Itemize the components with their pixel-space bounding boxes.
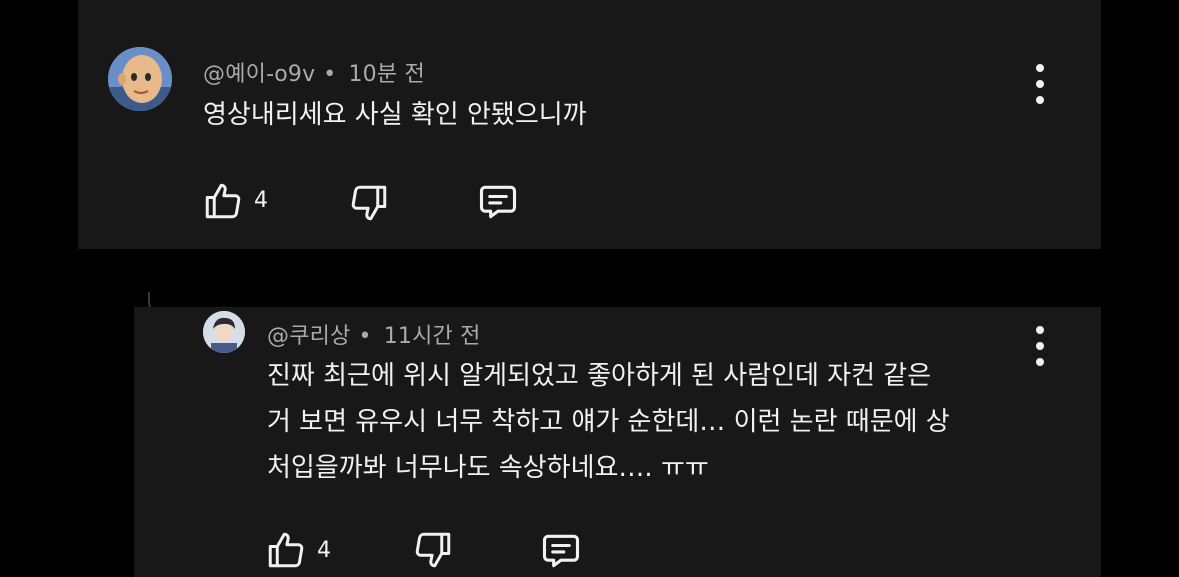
like-button[interactable] bbox=[265, 529, 307, 571]
meta-separator: • bbox=[323, 62, 337, 87]
thumbs-down-icon bbox=[351, 185, 387, 221]
avatar[interactable] bbox=[203, 311, 245, 353]
reply-button[interactable] bbox=[476, 180, 520, 224]
comment-text-line: 영상내리세요 사실 확인 안됐으니까 bbox=[203, 100, 587, 130]
comment-text-line: 거 보면 유우시 너무 착하고 얘가 순한데… 이런 논란 때문에 상 bbox=[267, 407, 950, 437]
comment-text: 영상내리세요 사실 확인 안됐으니까 bbox=[203, 92, 587, 138]
like-count: 4 bbox=[254, 188, 268, 213]
comment-text-line: 처입을까봐 너무나도 속상하네요…. ㅠㅠ bbox=[267, 453, 709, 483]
comment-time[interactable]: 10분 전 bbox=[348, 62, 424, 87]
more-vertical-icon[interactable] bbox=[1028, 64, 1052, 104]
comment-time[interactable]: 11시간 전 bbox=[384, 324, 481, 349]
like-button[interactable] bbox=[202, 180, 244, 222]
comment-card: @예이-o9v • 10분 전 영상내리세요 사실 확인 안됐으니까 4 bbox=[78, 0, 1101, 249]
comment-card: @쿠리상 • 11시간 전 진짜 최근에 위시 알게되었고 좋아하게 된 사람인데 … bbox=[134, 307, 1101, 577]
person-photo-avatar-icon bbox=[203, 311, 245, 353]
meta-separator: • bbox=[358, 324, 372, 349]
comment-text-line: 진짜 최근에 위시 알게되었고 좋아하게 된 사람인데 자컨 같은 bbox=[267, 361, 932, 391]
comment-author[interactable]: @쿠리상 bbox=[267, 324, 351, 349]
comment-meta: @쿠리상 • 11시간 전 bbox=[267, 318, 481, 350]
reply-button[interactable] bbox=[539, 529, 583, 573]
dislike-button[interactable] bbox=[348, 182, 390, 224]
like-count: 4 bbox=[317, 538, 331, 563]
thumbs-up-icon bbox=[205, 183, 241, 219]
reply-comment-icon bbox=[479, 185, 517, 219]
thumbs-up-icon bbox=[268, 532, 304, 568]
comment-author[interactable]: @예이-o9v bbox=[203, 62, 315, 87]
avatar[interactable] bbox=[108, 47, 172, 111]
thumbs-down-icon bbox=[415, 532, 451, 568]
comment-text: 진짜 최근에 위시 알게되었고 좋아하게 된 사람인데 자컨 같은 거 보면 유… bbox=[267, 353, 950, 491]
bald-character-avatar-icon bbox=[108, 47, 172, 111]
comment-meta: @예이-o9v • 10분 전 bbox=[203, 56, 425, 88]
dislike-button[interactable] bbox=[412, 529, 454, 571]
reply-comment-icon bbox=[542, 534, 580, 568]
more-vertical-icon[interactable] bbox=[1028, 326, 1052, 366]
